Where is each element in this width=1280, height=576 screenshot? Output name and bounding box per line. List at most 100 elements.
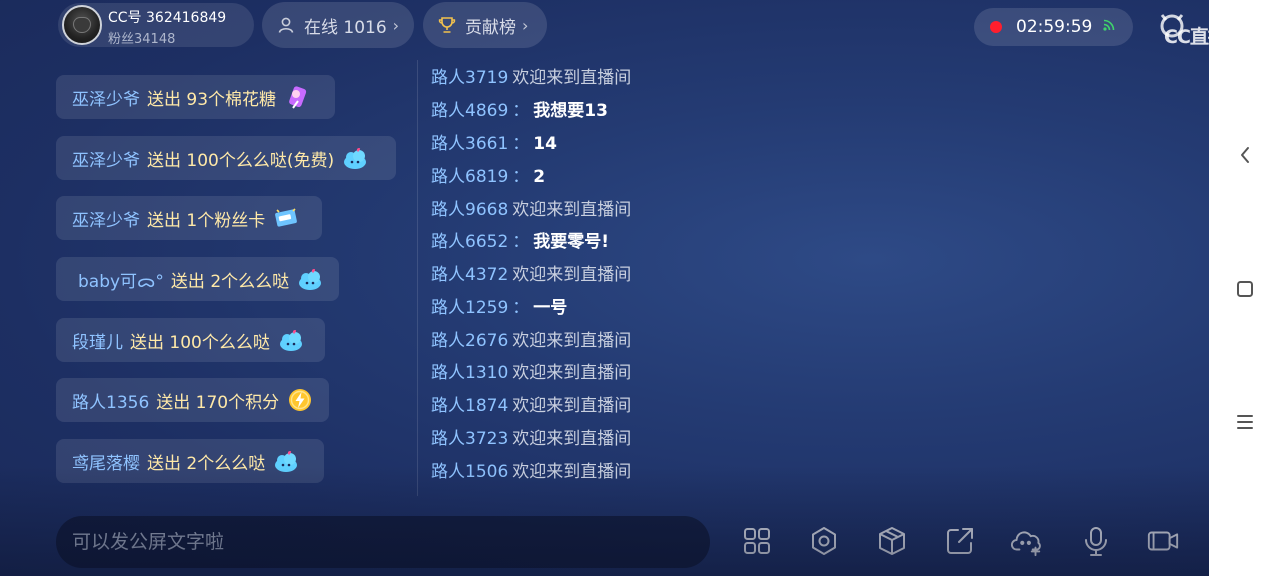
online-count-button[interactable]: 在线 1016 › [262,2,414,48]
chat-message: 路人1310 欢迎来到直播间 [431,360,631,386]
chat-system-text: 欢迎来到直播间 [512,462,632,482]
apps-grid-icon [744,528,770,554]
contribution-rank-label: 贡献榜 [465,17,516,38]
gift-action: 送出 2个么么哒 [147,453,266,474]
camera-button[interactable] [1146,523,1180,559]
home-button[interactable] [1233,277,1257,301]
gift-message: 巫泽少爷 送出 1个粉丝卡 [56,196,322,240]
recording-dot-icon [990,21,1002,33]
gift-sender[interactable]: 段瑾儿 [72,328,123,353]
chat-text: 我要零号! [533,232,610,252]
logo-text: CC直播 [1164,26,1209,48]
microphone-icon [1085,527,1107,556]
chat-colon: ： [512,298,530,318]
contribution-rank-button[interactable]: 贡献榜 › [423,2,547,48]
chat-system-text: 欢迎来到直播间 [512,429,632,449]
chat-username[interactable]: 路人3723 [431,429,508,449]
chat-system-text: 欢迎来到直播间 [512,363,632,383]
chat-username[interactable]: 路人6819 [431,167,508,187]
chat-system-text: 欢迎来到直播间 [512,68,632,88]
camera-icon [1147,531,1179,551]
gift-sender[interactable]: 巫泽少爷 [72,146,140,171]
gift-message: 路人1356 送出 170个积分 [56,378,329,422]
anchor-info[interactable]: CC号 362416849 粉丝34148 [58,3,254,47]
chat-message: 路人6819： 2 [431,164,545,190]
settings-button[interactable] [807,523,841,559]
cloud-add-icon [1011,531,1041,557]
chat-message: 路人2676 欢迎来到直播间 [431,328,631,354]
chat-message: 路人1506 欢迎来到直播间 [431,459,631,485]
chat-text: 2 [533,167,546,187]
gift-sender[interactable]: 路人1356 [72,388,149,413]
public-chat-input[interactable] [56,516,710,568]
gift-sender[interactable]: 鸢尾落樱 [72,449,140,474]
chat-system-text: 欢迎来到直播间 [512,200,632,220]
gift-sender[interactable]: 巫泽少爷 [72,85,140,110]
anchor-fans-count: 粉丝34148 [108,32,176,47]
apps-grid-button[interactable] [740,523,774,559]
cloud-add-button[interactable] [1010,523,1044,559]
system-nav-bar [1209,0,1280,576]
chat-message: 路人4869：我想要13 [431,98,608,124]
gift-sender[interactable]: baby可ᯅ° [78,267,164,292]
chat-username[interactable]: 路人4869 [431,101,508,121]
chevron-right-icon: › [522,15,529,35]
settings-gear-icon [812,527,836,555]
chat-colon: ： [512,232,530,252]
gift-action: 送出 100个么么哒(免费) [147,150,335,171]
chat-system-text: 欢迎来到直播间 [512,396,632,416]
anchor-avatar[interactable] [62,5,102,45]
chat-colon: ： [512,134,530,154]
home-square-icon [1237,281,1253,297]
menu-button[interactable] [1233,410,1257,434]
chat-text: 我想要13 [533,101,608,121]
chat-username[interactable]: 路人1874 [431,396,508,416]
chat-message: 路人3661： 14 [431,131,557,157]
gift-action: 送出 1个粉丝卡 [147,210,266,231]
box-icon [879,527,905,555]
chat-system-text: 欢迎来到直播间 [512,265,632,285]
live-room-stage: CC号 362416849 粉丝34148 在线 1016 › 贡献榜 › 02… [0,0,1209,576]
microphone-button[interactable] [1079,523,1113,559]
anchor-cc-id: CC号 362416849 [108,10,227,26]
cc-live-logo: CC直播 [1156,10,1209,48]
gift-action: 送出 93个棉花糖 [147,89,277,110]
chat-message: 路人1259：一号 [431,295,567,321]
gift-message: baby可ᯅ° 送出 2个么么哒 [56,257,339,301]
chat-username[interactable]: 路人3719 [431,68,508,88]
chat-username[interactable]: 路人3661 [431,134,508,154]
kiss-cloud-icon [299,269,322,290]
back-chevron-icon [1241,147,1249,163]
chat-colon: ： [512,167,530,187]
kiss-cloud-icon [344,148,367,169]
box-button[interactable] [875,523,909,559]
gift-message: 段瑾儿 送出 100个么么哒 [56,318,325,362]
gift-message: 巫泽少爷 送出 100个么么哒(免费) [56,136,396,180]
chat-username[interactable]: 路人1259 [431,298,508,318]
live-timer: 02:59:59 [974,8,1133,46]
back-button[interactable] [1233,143,1257,167]
online-count-label: 在线 1016 [304,17,387,38]
kiss-cloud-icon [275,451,298,472]
chat-colon: ： [512,101,530,121]
chat-message: 路人9668 欢迎来到直播间 [431,197,631,223]
share-icon [947,528,973,554]
chat-message: 路人3723 欢迎来到直播间 [431,426,631,452]
column-divider [417,60,418,496]
gift-action: 送出 2个么么哒 [170,271,290,292]
share-button[interactable] [943,523,977,559]
chat-username[interactable]: 路人1506 [431,462,508,482]
chat-username[interactable]: 路人1310 [431,363,508,383]
network-signal-icon [1102,17,1116,37]
gift-message: 巫泽少爷 送出 93个棉花糖 [56,75,335,119]
chevron-right-icon: › [392,15,400,35]
live-timer-value: 02:59:59 [1016,17,1093,37]
gift-sender[interactable]: 巫泽少爷 [72,206,140,231]
gift-action: 送出 100个么么哒 [130,332,270,353]
lightning-coin-icon [289,389,312,411]
chat-username[interactable]: 路人2676 [431,331,508,351]
chat-username[interactable]: 路人6652 [431,232,508,252]
menu-lines-icon [1237,415,1253,429]
chat-username[interactable]: 路人9668 [431,200,508,220]
chat-username[interactable]: 路人4372 [431,265,508,285]
